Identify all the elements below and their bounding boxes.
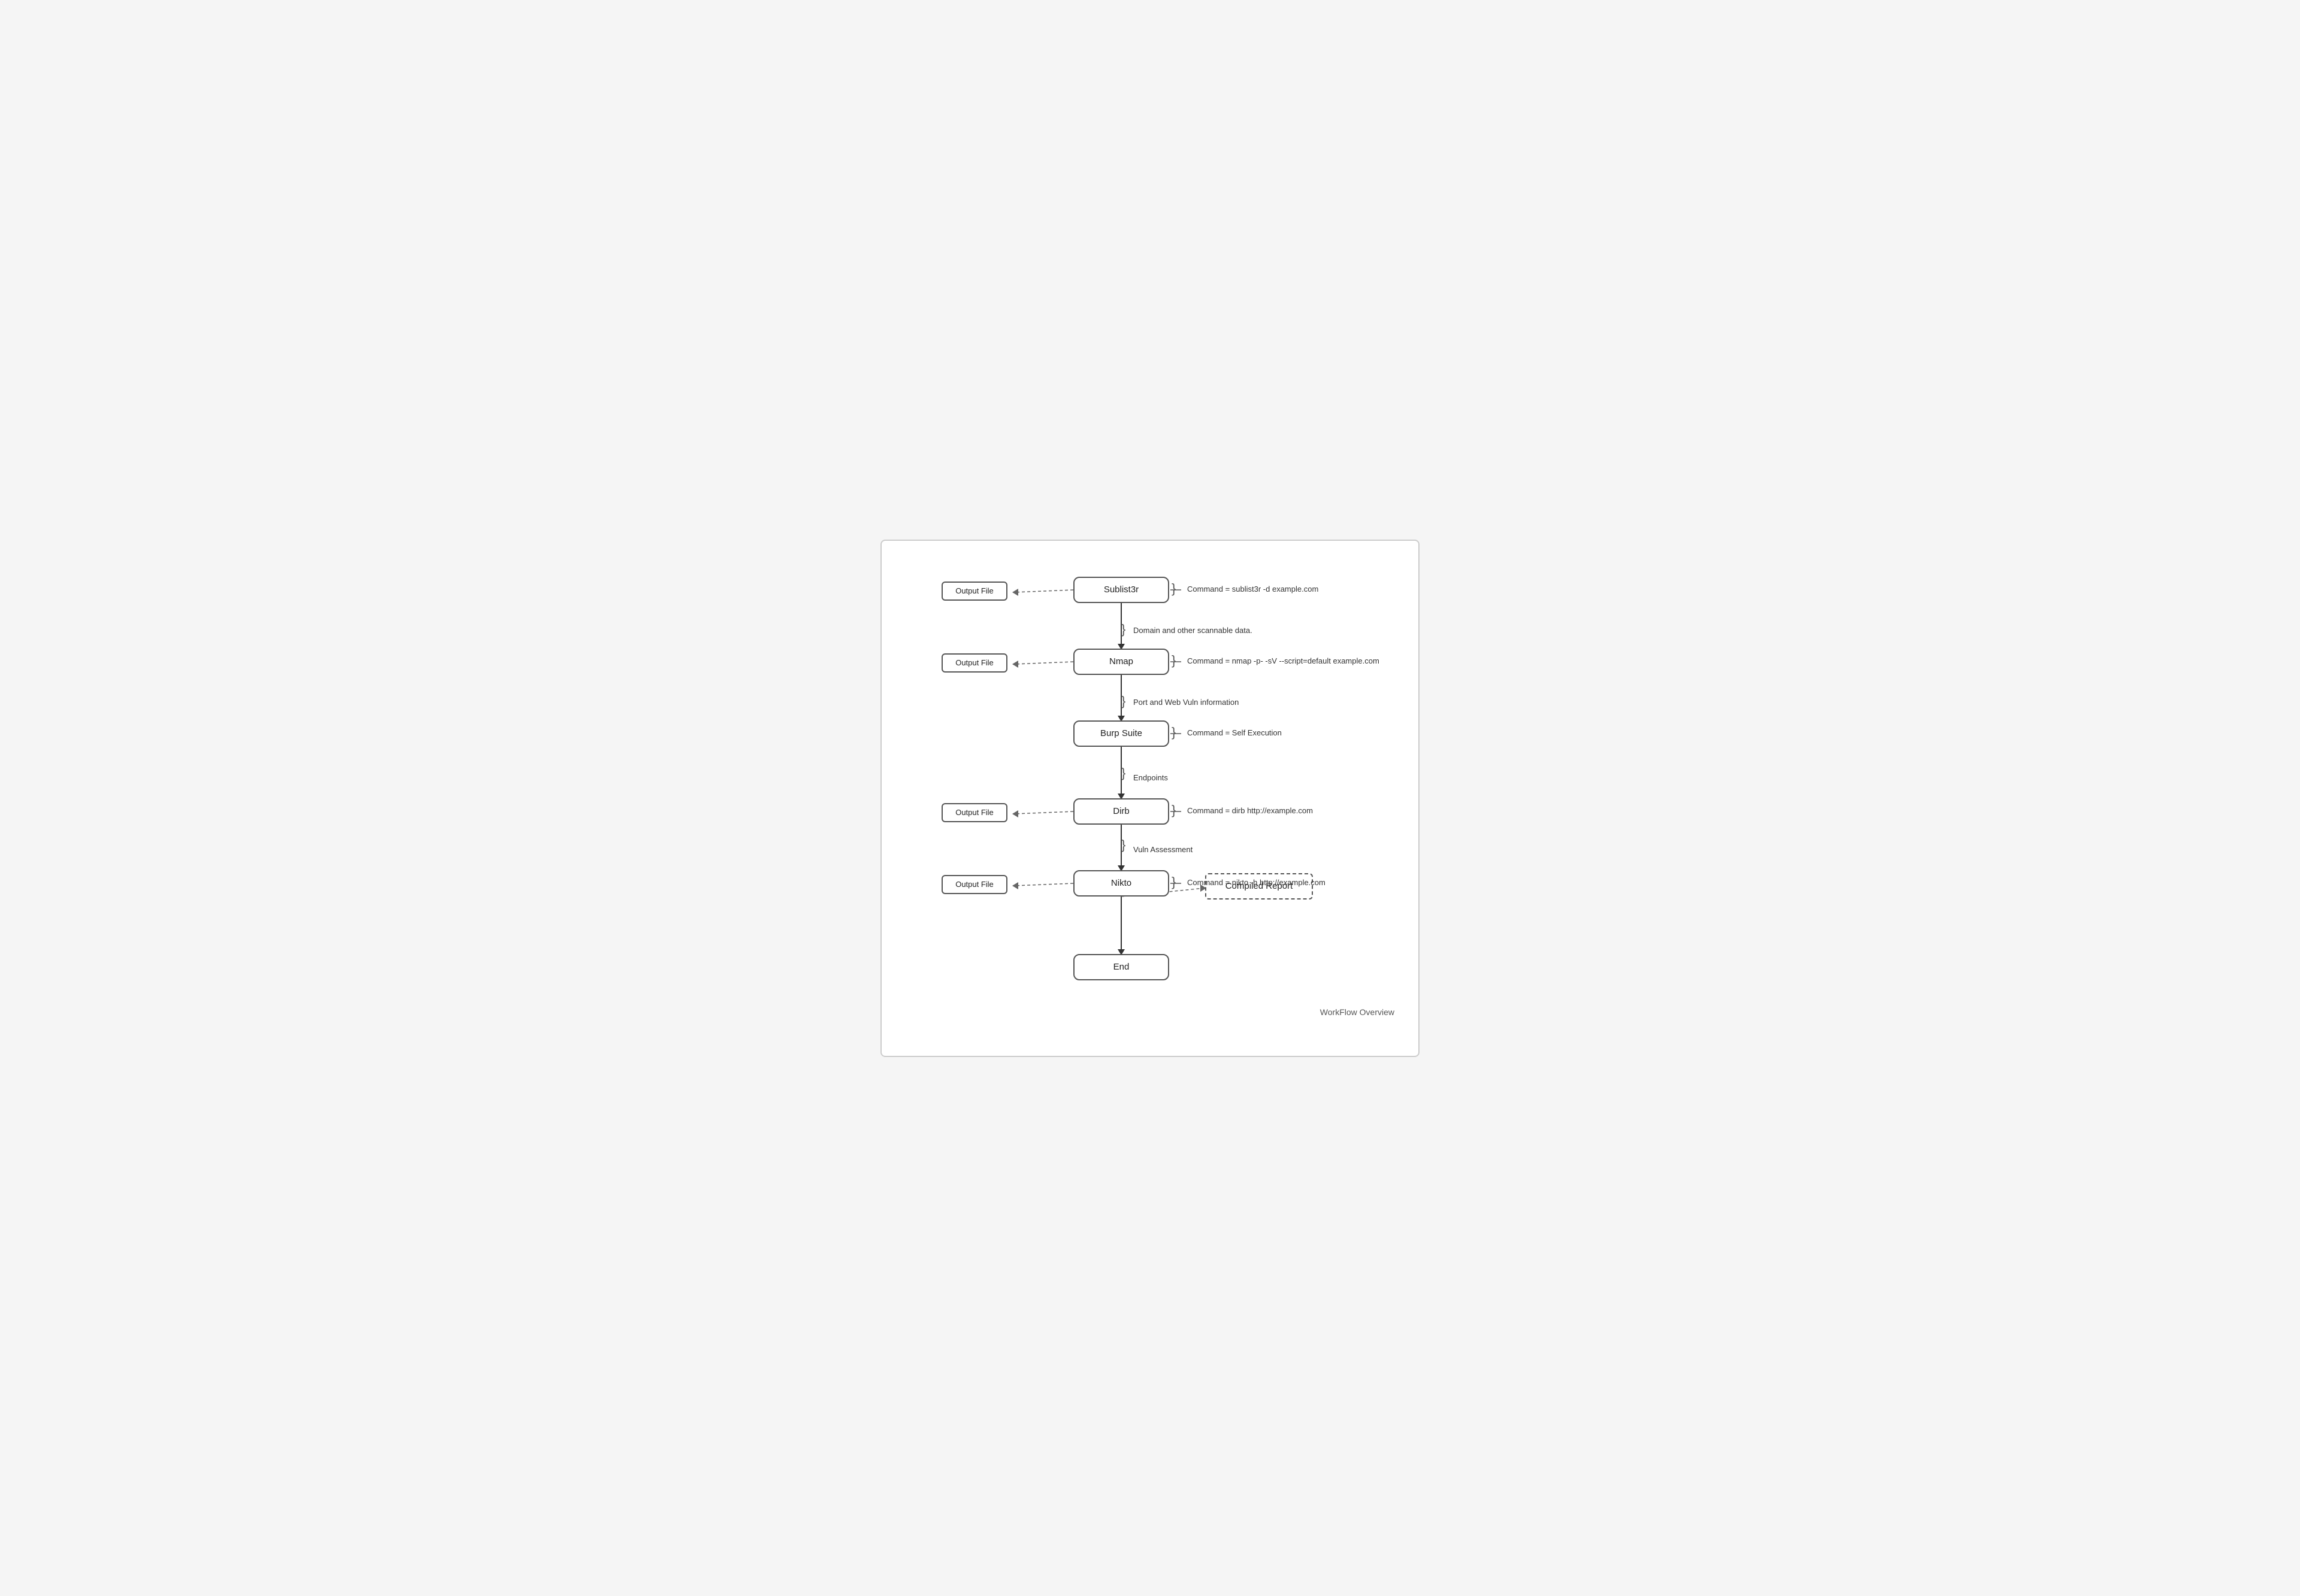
annotation-cmd-dirb: Command = dirb http://example.com	[1187, 806, 1313, 815]
svg-text:}: }	[1121, 837, 1125, 852]
nikto-box: Nikto	[1073, 870, 1169, 897]
output-box-1: Output File	[942, 582, 1007, 601]
svg-text:}: }	[1172, 725, 1176, 740]
output-box-2: Output File	[942, 653, 1007, 673]
svg-text:}: }	[1172, 802, 1176, 817]
annotation-data-nmap: Port and Web Vuln information	[1133, 698, 1239, 707]
annotation-data-burp: Endpoints	[1133, 773, 1168, 782]
annotation-data-sublist3r: Domain and other scannable data.	[1133, 626, 1252, 635]
svg-text:}: }	[1121, 693, 1125, 708]
end-box: End	[1073, 954, 1169, 980]
output-box-3: Output File	[942, 803, 1007, 822]
svg-text:}: }	[1172, 581, 1176, 596]
svg-text:}: }	[1121, 622, 1125, 637]
watermark-label: WorkFlow Overview	[1320, 1007, 1394, 1017]
annotation-cmd-sublist3r: Command = sublist3r -d example.com	[1187, 585, 1318, 593]
annotation-cmd-burp: Command = Self Execution	[1187, 728, 1282, 737]
burp-box: Burp Suite	[1073, 720, 1169, 747]
diagram-container: } } } } } } } } } Sublist3r Nmap Burp Su…	[880, 540, 1420, 1057]
svg-text:}: }	[1172, 653, 1176, 668]
svg-text:}: }	[1121, 765, 1125, 780]
dirb-box: Dirb	[1073, 798, 1169, 825]
sublist3r-box: Sublist3r	[1073, 577, 1169, 603]
annotation-data-dirb: Vuln Assessment	[1133, 845, 1193, 854]
flow-wrapper: } } } } } } } } } Sublist3r Nmap Burp Su…	[894, 559, 1406, 1026]
svg-text:}: }	[1172, 874, 1176, 889]
annotation-cmd-nikto: Command = nikto -h http://example.com	[1187, 878, 1325, 887]
annotation-cmd-nmap: Command = nmap -p- -sV --script=default …	[1187, 656, 1379, 665]
output-box-4: Output File	[942, 875, 1007, 894]
nmap-box: Nmap	[1073, 649, 1169, 675]
